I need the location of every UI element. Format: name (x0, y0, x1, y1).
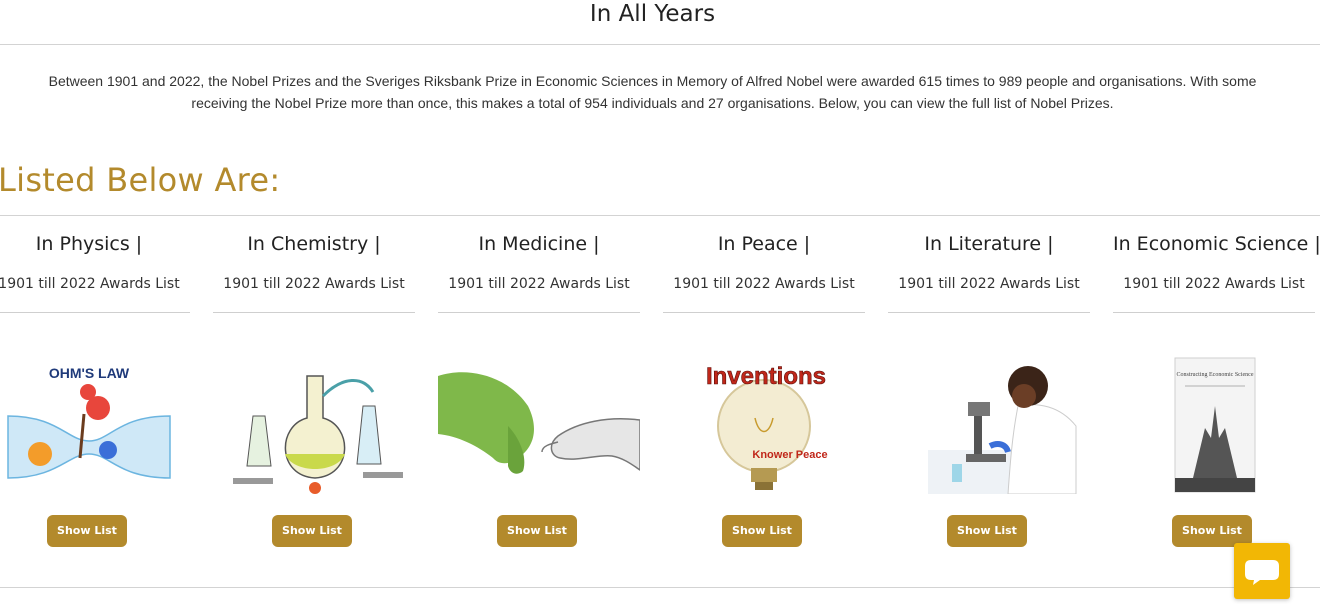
show-list-button-physics[interactable]: Show List (47, 515, 127, 547)
category-subtitle: 1901 till 2022 Awards List (0, 276, 180, 292)
category-title: In Physics | (35, 233, 143, 255)
header-divider (0, 44, 1320, 45)
show-list-button-peace[interactable]: Show List (722, 515, 802, 547)
book-title: Constructing Economic Science (1177, 372, 1254, 378)
chat-button[interactable] (1234, 543, 1290, 599)
peace-image-label: Inventions (706, 363, 826, 390)
category-divider (663, 312, 865, 313)
physics-image: OHM'S LAW (7, 365, 171, 479)
intro-text: Between 1901 and 2022, the Nobel Prizes … (0, 70, 1305, 114)
category-subtitle: 1901 till 2022 Awards List (673, 276, 855, 292)
economic-science-image: Constructing Economic Science (1174, 357, 1256, 493)
category-economic-science: In Economic Science | 1901 till 2022 Awa… (1113, 216, 1320, 556)
category-divider (213, 312, 415, 313)
peace-image-sublabel: Knower Peace (752, 449, 827, 461)
show-list-button-medicine[interactable]: Show List (497, 515, 577, 547)
category-subtitle: 1901 till 2022 Awards List (448, 276, 630, 292)
category-subtitle: 1901 till 2022 Awards List (898, 276, 1080, 292)
category-divider (0, 312, 190, 313)
physics-image-label: OHM'S LAW (49, 365, 130, 381)
chemistry-image (233, 375, 403, 494)
literature-image (928, 366, 1077, 494)
category-divider (1113, 312, 1315, 313)
category-divider (888, 312, 1090, 313)
category-title: In Chemistry | (247, 233, 381, 255)
category-title: In Literature | (924, 233, 1054, 255)
category-peace: In Peace | 1901 till 2022 Awards List In… (663, 216, 865, 556)
category-chemistry: In Chemistry | 1901 till 2022 Awards Lis… (213, 216, 415, 556)
chat-bubble-icon (1245, 560, 1279, 585)
category-title: In Economic Science | (1113, 233, 1320, 255)
medicine-image (438, 372, 640, 474)
show-list-button-literature[interactable]: Show List (947, 515, 1027, 547)
intro-line-2: receiving the Nobel Prize more than once… (191, 95, 1114, 111)
peace-image: Inventions Knower Peace (706, 363, 828, 490)
section-heading: Listed Below Are: (0, 161, 281, 199)
category-medicine: In Medicine | 1901 till 2022 Awards List… (438, 216, 640, 556)
category-title: In Peace | (717, 233, 811, 255)
category-subtitle: 1901 till 2022 Awards List (1123, 276, 1305, 292)
page-title: In All Years (589, 1, 716, 27)
category-divider (438, 312, 640, 313)
intro-line-1: Between 1901 and 2022, the Nobel Prizes … (48, 73, 1257, 89)
show-list-button-chemistry[interactable]: Show List (272, 515, 352, 547)
footer-divider (0, 587, 1320, 588)
category-title: In Medicine | (478, 233, 600, 255)
category-subtitle: 1901 till 2022 Awards List (223, 276, 405, 292)
category-literature: In Literature | 1901 till 2022 Awards Li… (888, 216, 1090, 556)
category-physics: In Physics | 1901 till 2022 Awards List … (0, 216, 190, 556)
